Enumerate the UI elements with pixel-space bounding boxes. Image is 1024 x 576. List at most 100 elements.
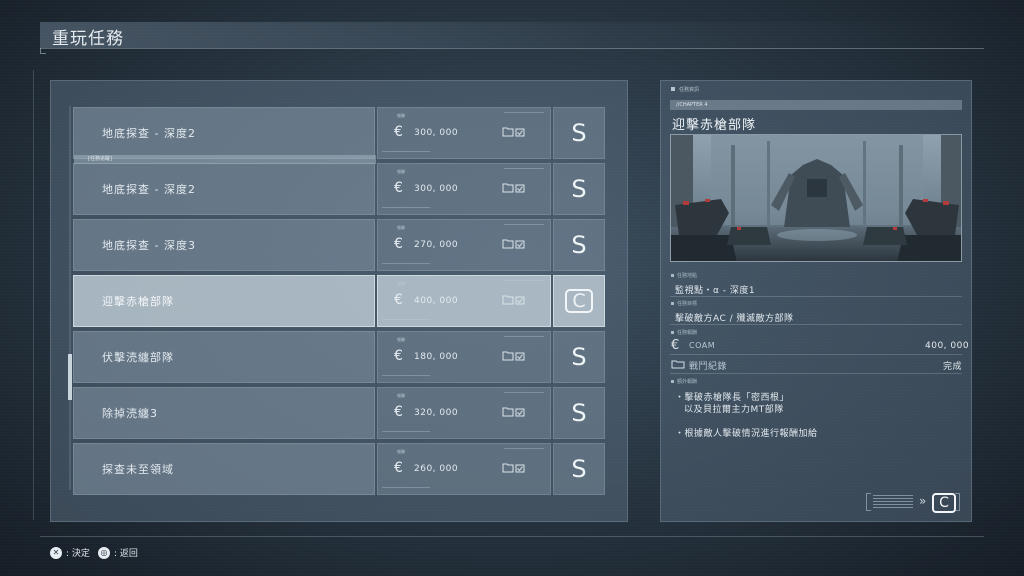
reward-deco-line xyxy=(504,112,544,113)
reward-label: 報酬 xyxy=(397,225,405,230)
mission-row[interactable]: 探查未至領域 報酬 € 260, 000 S xyxy=(73,443,605,495)
mission-name: 探查未至領域 xyxy=(102,463,174,476)
header-corner-tick xyxy=(40,48,46,54)
mission-name: 迎擊赤槍部隊 xyxy=(102,295,174,308)
mission-row[interactable]: [任務追蹤] 地底探查 - 深度2 報酬 € 300, 000 S xyxy=(73,155,605,215)
rank-letter: S xyxy=(571,119,587,147)
reward-deco-line xyxy=(382,151,430,154)
reward-deco-line xyxy=(504,392,544,393)
credit-icon: € xyxy=(394,460,403,476)
mission-name-cell: 地底探查 - 深度2 xyxy=(73,107,375,159)
chevron-right-icon: » xyxy=(919,494,927,508)
coam-value: 400, 000 xyxy=(925,341,970,351)
mission-rank-cell: S xyxy=(553,219,605,271)
mission-reward-cell: 報酬 € 260, 000 xyxy=(377,443,551,495)
rank-badge: S xyxy=(566,343,592,371)
cross-button-icon: ✕ xyxy=(50,546,62,559)
mission-name: 伏擊涜纏部隊 xyxy=(102,351,174,364)
mission-rank-cell: S xyxy=(553,387,605,439)
reward-deco-line xyxy=(504,336,544,337)
summary-bracket-right xyxy=(955,493,960,511)
rank-badge: S xyxy=(566,119,592,147)
reward-deco-line xyxy=(504,168,544,169)
header-divider xyxy=(40,48,984,49)
mission-row[interactable]: 地底探查 - 深度3 報酬 € 270, 000 S xyxy=(73,219,605,271)
reward-label: 報酬 xyxy=(397,337,405,342)
rank-letter: S xyxy=(571,175,587,203)
mission-rank-cell: S xyxy=(553,163,605,215)
reward-deco-line xyxy=(504,448,544,449)
left-frame-bracket xyxy=(33,70,41,520)
header-bar xyxy=(40,22,984,48)
mission-row[interactable]: 迎擊赤槍部隊 報酬 € 400, 000 C xyxy=(73,275,605,327)
battle-log-icon xyxy=(671,360,685,369)
location-divider xyxy=(670,296,962,297)
reward-bullet-icon xyxy=(671,331,674,334)
reward-label: 報酬 xyxy=(397,113,405,118)
mission-row[interactable]: 地底探查 - 深度2 報酬 € 300, 000 S xyxy=(73,107,605,159)
rank-letter: S xyxy=(571,455,587,483)
reward-deco-line xyxy=(382,263,430,266)
location-label: 任務地點 xyxy=(677,273,698,279)
reward-deco-line xyxy=(382,207,430,210)
summary-rank-badge: C xyxy=(932,493,956,513)
mission-rank-cell: S xyxy=(553,107,605,159)
reward-label: 任務報酬 xyxy=(677,330,698,336)
coam-label: COAM xyxy=(689,341,716,350)
detail-heading: 任務資訊 xyxy=(679,87,700,93)
credit-icon: € xyxy=(394,124,403,140)
mission-rank-cell: C xyxy=(553,275,605,327)
summary-bracket-left xyxy=(866,493,871,511)
rank-letter: C xyxy=(572,290,586,312)
bonus-bullet-icon xyxy=(671,380,674,383)
mission-rank-cell: S xyxy=(553,443,605,495)
rank-badge: S xyxy=(566,399,592,427)
objective-value: 擊破敵方AC / 殲滅敵方部隊 xyxy=(675,314,794,324)
scrollbar-thumb[interactable] xyxy=(68,354,72,400)
mission-reward-cell: 報酬 € 300, 000 xyxy=(377,163,551,215)
reward-amount: 260, 000 xyxy=(414,464,459,474)
bonus-line-3: ・根據敵人擊破情況進行報酬加給 xyxy=(675,429,818,439)
battle-log-icon xyxy=(502,351,525,361)
reward-label: 報酬 xyxy=(397,393,405,398)
mission-row[interactable]: 除掉涜纏3 報酬 € 320, 000 S xyxy=(73,387,605,439)
credit-icon: € xyxy=(671,338,680,353)
battle-log-icon xyxy=(502,463,525,473)
battle-log-icon xyxy=(502,183,525,193)
credit-icon: € xyxy=(394,292,403,308)
heading-bullet-icon xyxy=(671,87,675,91)
mission-name-cell: 地底探查 - 深度3 xyxy=(73,219,375,271)
reward-label: 報酬 xyxy=(397,169,405,174)
rank-letter: S xyxy=(571,399,587,427)
mission-tag: [任務追蹤] xyxy=(74,155,376,164)
battle-log-icon xyxy=(502,127,525,137)
reward-label: 報酬 xyxy=(397,449,405,454)
mission-name: 地底探查 - 深度2 xyxy=(102,127,196,140)
chapter-label: //CHAPTER 4 xyxy=(670,100,962,110)
footer-divider xyxy=(40,536,984,537)
mission-reward-cell: 報酬 € 300, 000 xyxy=(377,107,551,159)
confirm-hint[interactable]: ✕ : 決定 xyxy=(50,546,90,559)
reward-deco-line xyxy=(382,319,430,322)
reward-deco-line xyxy=(382,431,430,434)
objective-label: 任務目標 xyxy=(677,301,698,307)
mission-row[interactable]: 伏擊涜纏部隊 報酬 € 180, 000 S xyxy=(73,331,605,383)
bonus-label: 額外報酬 xyxy=(677,379,698,385)
back-hint[interactable]: ◎ : 返回 xyxy=(98,546,138,559)
confirm-label: : 決定 xyxy=(66,549,90,559)
reward-amount: 300, 000 xyxy=(414,184,459,194)
hangar-scene-illustration xyxy=(671,135,961,261)
credit-icon: € xyxy=(394,236,403,252)
reward-deco-line xyxy=(382,375,430,378)
scrollbar-track[interactable] xyxy=(69,106,71,490)
reward-amount: 180, 000 xyxy=(414,352,459,362)
mission-name-cell: 伏擊涜纏部隊 xyxy=(73,331,375,383)
back-label: : 返回 xyxy=(114,549,138,559)
rank-badge: C xyxy=(565,289,593,313)
mission-name: 地底探查 - 深度3 xyxy=(102,239,196,252)
reward-label: 報酬 xyxy=(397,281,405,286)
bonus-line-2: 以及貝拉爾主力MT部隊 xyxy=(684,405,784,415)
rank-letter: S xyxy=(571,231,587,259)
mission-name: 除掉涜纏3 xyxy=(102,407,158,420)
battle-log-icon xyxy=(502,239,525,249)
